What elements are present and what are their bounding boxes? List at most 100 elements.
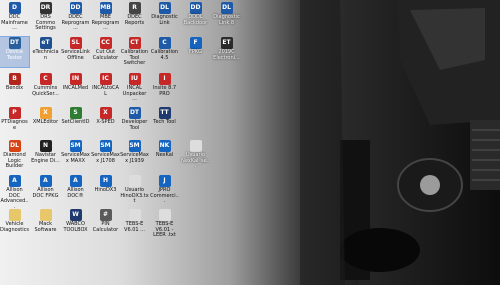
desktop-shortcut[interactable]: D DDC Mainframe ... <box>0 2 29 32</box>
shortcut-label: DDEC Reprogram... <box>61 14 90 32</box>
desktop-shortcut[interactable]: ET 2019C Electroni... <box>212 37 241 67</box>
desktop-shortcut[interactable]: Usuario HinoDX3.txt <box>120 175 149 205</box>
app-icon: R <box>128 2 141 14</box>
app-icon <box>39 209 52 221</box>
shortcut-label: ServiceMaxx J1939 <box>120 152 149 164</box>
app-icon <box>189 140 202 152</box>
desktop-shortcut[interactable]: eT eTechnician <box>31 37 60 67</box>
desktop-shortcut[interactable]: DD DDEC Reprogram... <box>61 2 90 32</box>
desktop-shortcut[interactable]: SM ServiceMaxx J1708 <box>91 140 120 170</box>
desktop-shortcut[interactable]: # PIN Calculator <box>91 209 120 239</box>
desktop-shortcut[interactable]: DL Diamond Logic Builder <box>0 140 29 170</box>
desktop-shortcut[interactable]: C Cummins QuickSer... <box>31 73 60 103</box>
desktop-shortcut[interactable]: TEBS-E V6.01 - LEER .txt <box>150 209 179 239</box>
shortcut-label: MBE Reprogram... <box>91 14 120 32</box>
app-icon: DT <box>128 107 141 119</box>
desktop-shortcut[interactable]: W WABCO TOOLBOX <box>61 209 90 239</box>
desktop-shortcut[interactable]: CC Cut Out Calculator <box>91 37 120 67</box>
desktop-shortcut[interactable]: Vehicle Diagnostics <box>0 209 29 239</box>
desktop-shortcut[interactable]: A Allison DOC FPKG <box>31 175 60 205</box>
app-icon: CT <box>128 37 141 49</box>
shortcut-label: ServiceMaxx MAXX <box>61 152 90 164</box>
desktop-shortcut[interactable]: A Allison DOC® <box>61 175 90 205</box>
app-icon: F <box>189 37 202 49</box>
shortcut-label: FPKG <box>188 49 203 55</box>
desktop-shortcut[interactable]: C Calibration 4.5 <box>150 37 179 67</box>
app-icon: A <box>8 175 21 187</box>
desktop-shortcut[interactable]: NK NexKal <box>150 140 179 170</box>
desktop-shortcut[interactable]: Usuario NexKal_se... <box>181 140 210 170</box>
desktop-shortcut[interactable]: SM ServiceMaxx MAXX <box>61 140 90 170</box>
app-icon: # <box>99 209 112 221</box>
desktop-shortcut[interactable]: P PTDiagnose <box>0 107 29 137</box>
shortcut-label: ServiceMaxx J1708 <box>91 152 120 164</box>
app-icon: DL <box>220 2 233 14</box>
desktop-shortcut[interactable]: TEBS-E V6.01 ... <box>120 209 149 239</box>
shortcut-label: DRS Commo Settings <box>35 14 56 32</box>
shortcut-label: eTechnician <box>32 49 59 61</box>
app-icon <box>8 209 21 221</box>
desktop-shortcut[interactable]: S SetClientID <box>61 107 90 137</box>
desktop-shortcut[interactable]: DL Diagnostic Link 8 <box>212 2 241 32</box>
shortcut-label: SetClientID <box>61 119 90 125</box>
shortcut-label: PTDiagnose <box>1 119 28 131</box>
desktop-shortcut[interactable]: DT Device Tester <box>0 36 30 68</box>
shortcut-label: Calibration 4.5 <box>150 49 179 61</box>
shortcut-label: Mack Software <box>34 221 57 233</box>
app-icon: ET <box>220 37 233 49</box>
desktop-shortcut[interactable]: DR DRS Commo Settings <box>31 2 60 32</box>
desktop-shortcut[interactable]: A Allison DOC Advanced... <box>0 175 29 210</box>
shortcut-label: DDDL Backdoor <box>183 14 208 26</box>
app-icon: IC <box>99 73 112 85</box>
shortcut-label: X-SPED <box>96 119 115 125</box>
app-icon: eT <box>39 37 52 49</box>
desktop-icon-grid: D DDC Mainframe ... DT Device Tester B Bendix… <box>0 0 240 285</box>
desktop-shortcut[interactable]: CT Calibration Tool Switcher <box>120 37 149 67</box>
app-icon: C <box>158 37 171 49</box>
desktop-shortcut[interactable]: B Bendix <box>0 73 29 103</box>
app-icon: DL <box>8 140 21 152</box>
shortcut-label: Diagnostic Link <box>151 14 178 26</box>
desktop-shortcut[interactable]: F FPKG <box>181 37 210 67</box>
desktop-shortcut[interactable]: Mack Software <box>31 209 60 239</box>
app-icon: C <box>39 73 52 85</box>
desktop-shortcut[interactable]: DD DDDL Backdoor <box>181 2 210 32</box>
shortcut-label: TEBS-E V6.01 ... <box>124 221 145 233</box>
app-icon: I <box>158 73 171 85</box>
app-icon: D <box>8 2 21 14</box>
app-icon: SL <box>69 37 82 49</box>
desktop-shortcut[interactable]: J JPRO Commerci... <box>150 175 179 205</box>
desktop-shortcut[interactable]: SL ServiceLink Offline <box>61 37 90 67</box>
app-icon: TT <box>158 107 171 119</box>
desktop-shortcut[interactable]: DL Diagnostic Link <box>150 2 179 32</box>
shortcut-label: Allison DOC FPKG <box>32 187 59 199</box>
desktop-shortcut[interactable]: IU INCAL Unpacker ... <box>120 73 149 103</box>
desktop-shortcut[interactable]: IN INCALMed <box>61 73 90 103</box>
shortcut-label: INCALtoCAL <box>92 85 119 97</box>
shortcut-label: Vehicle Diagnostics <box>0 221 30 233</box>
shortcut-label: Insite 8.7 PRO <box>152 85 177 97</box>
shortcut-label: JPRO Commerci... <box>150 187 179 205</box>
desktop-shortcut[interactable]: SM ServiceMaxx J1939 <box>120 140 149 170</box>
desktop-shortcut[interactable]: X XMLEditor <box>31 107 60 137</box>
desktop-shortcut[interactable]: IC INCALtoCAL <box>91 73 120 103</box>
desktop-shortcut[interactable]: H HinoDX3 <box>91 175 120 205</box>
app-icon: P <box>8 107 21 119</box>
desktop-shortcut[interactable]: X X-SPED <box>91 107 120 137</box>
app-icon: CC <box>99 37 112 49</box>
desktop-shortcut[interactable]: DT Developer Tool <box>120 107 149 137</box>
shortcut-label: Cut Out Calculator <box>92 49 119 61</box>
desktop-shortcut[interactable]: N Navistar Engine Di... <box>31 140 60 170</box>
shortcut-label: Developer Tool <box>121 119 148 131</box>
shortcut-label: NexKal <box>155 152 174 158</box>
app-icon: A <box>69 175 82 187</box>
desktop-shortcut[interactable]: R DDEC Reports <box>120 2 149 32</box>
app-icon: DL <box>158 2 171 14</box>
desktop-shortcut[interactable]: I Insite 8.7 PRO <box>150 73 179 103</box>
shortcut-label: TEBS-E V6.01 - LEER .txt <box>153 221 176 239</box>
app-icon: X <box>99 107 112 119</box>
shortcut-label: Tech Tool <box>153 119 176 125</box>
app-icon <box>128 209 141 221</box>
desktop-shortcut[interactable]: TT Tech Tool <box>150 107 179 137</box>
desktop-shortcut[interactable]: MB MBE Reprogram... <box>91 2 120 32</box>
